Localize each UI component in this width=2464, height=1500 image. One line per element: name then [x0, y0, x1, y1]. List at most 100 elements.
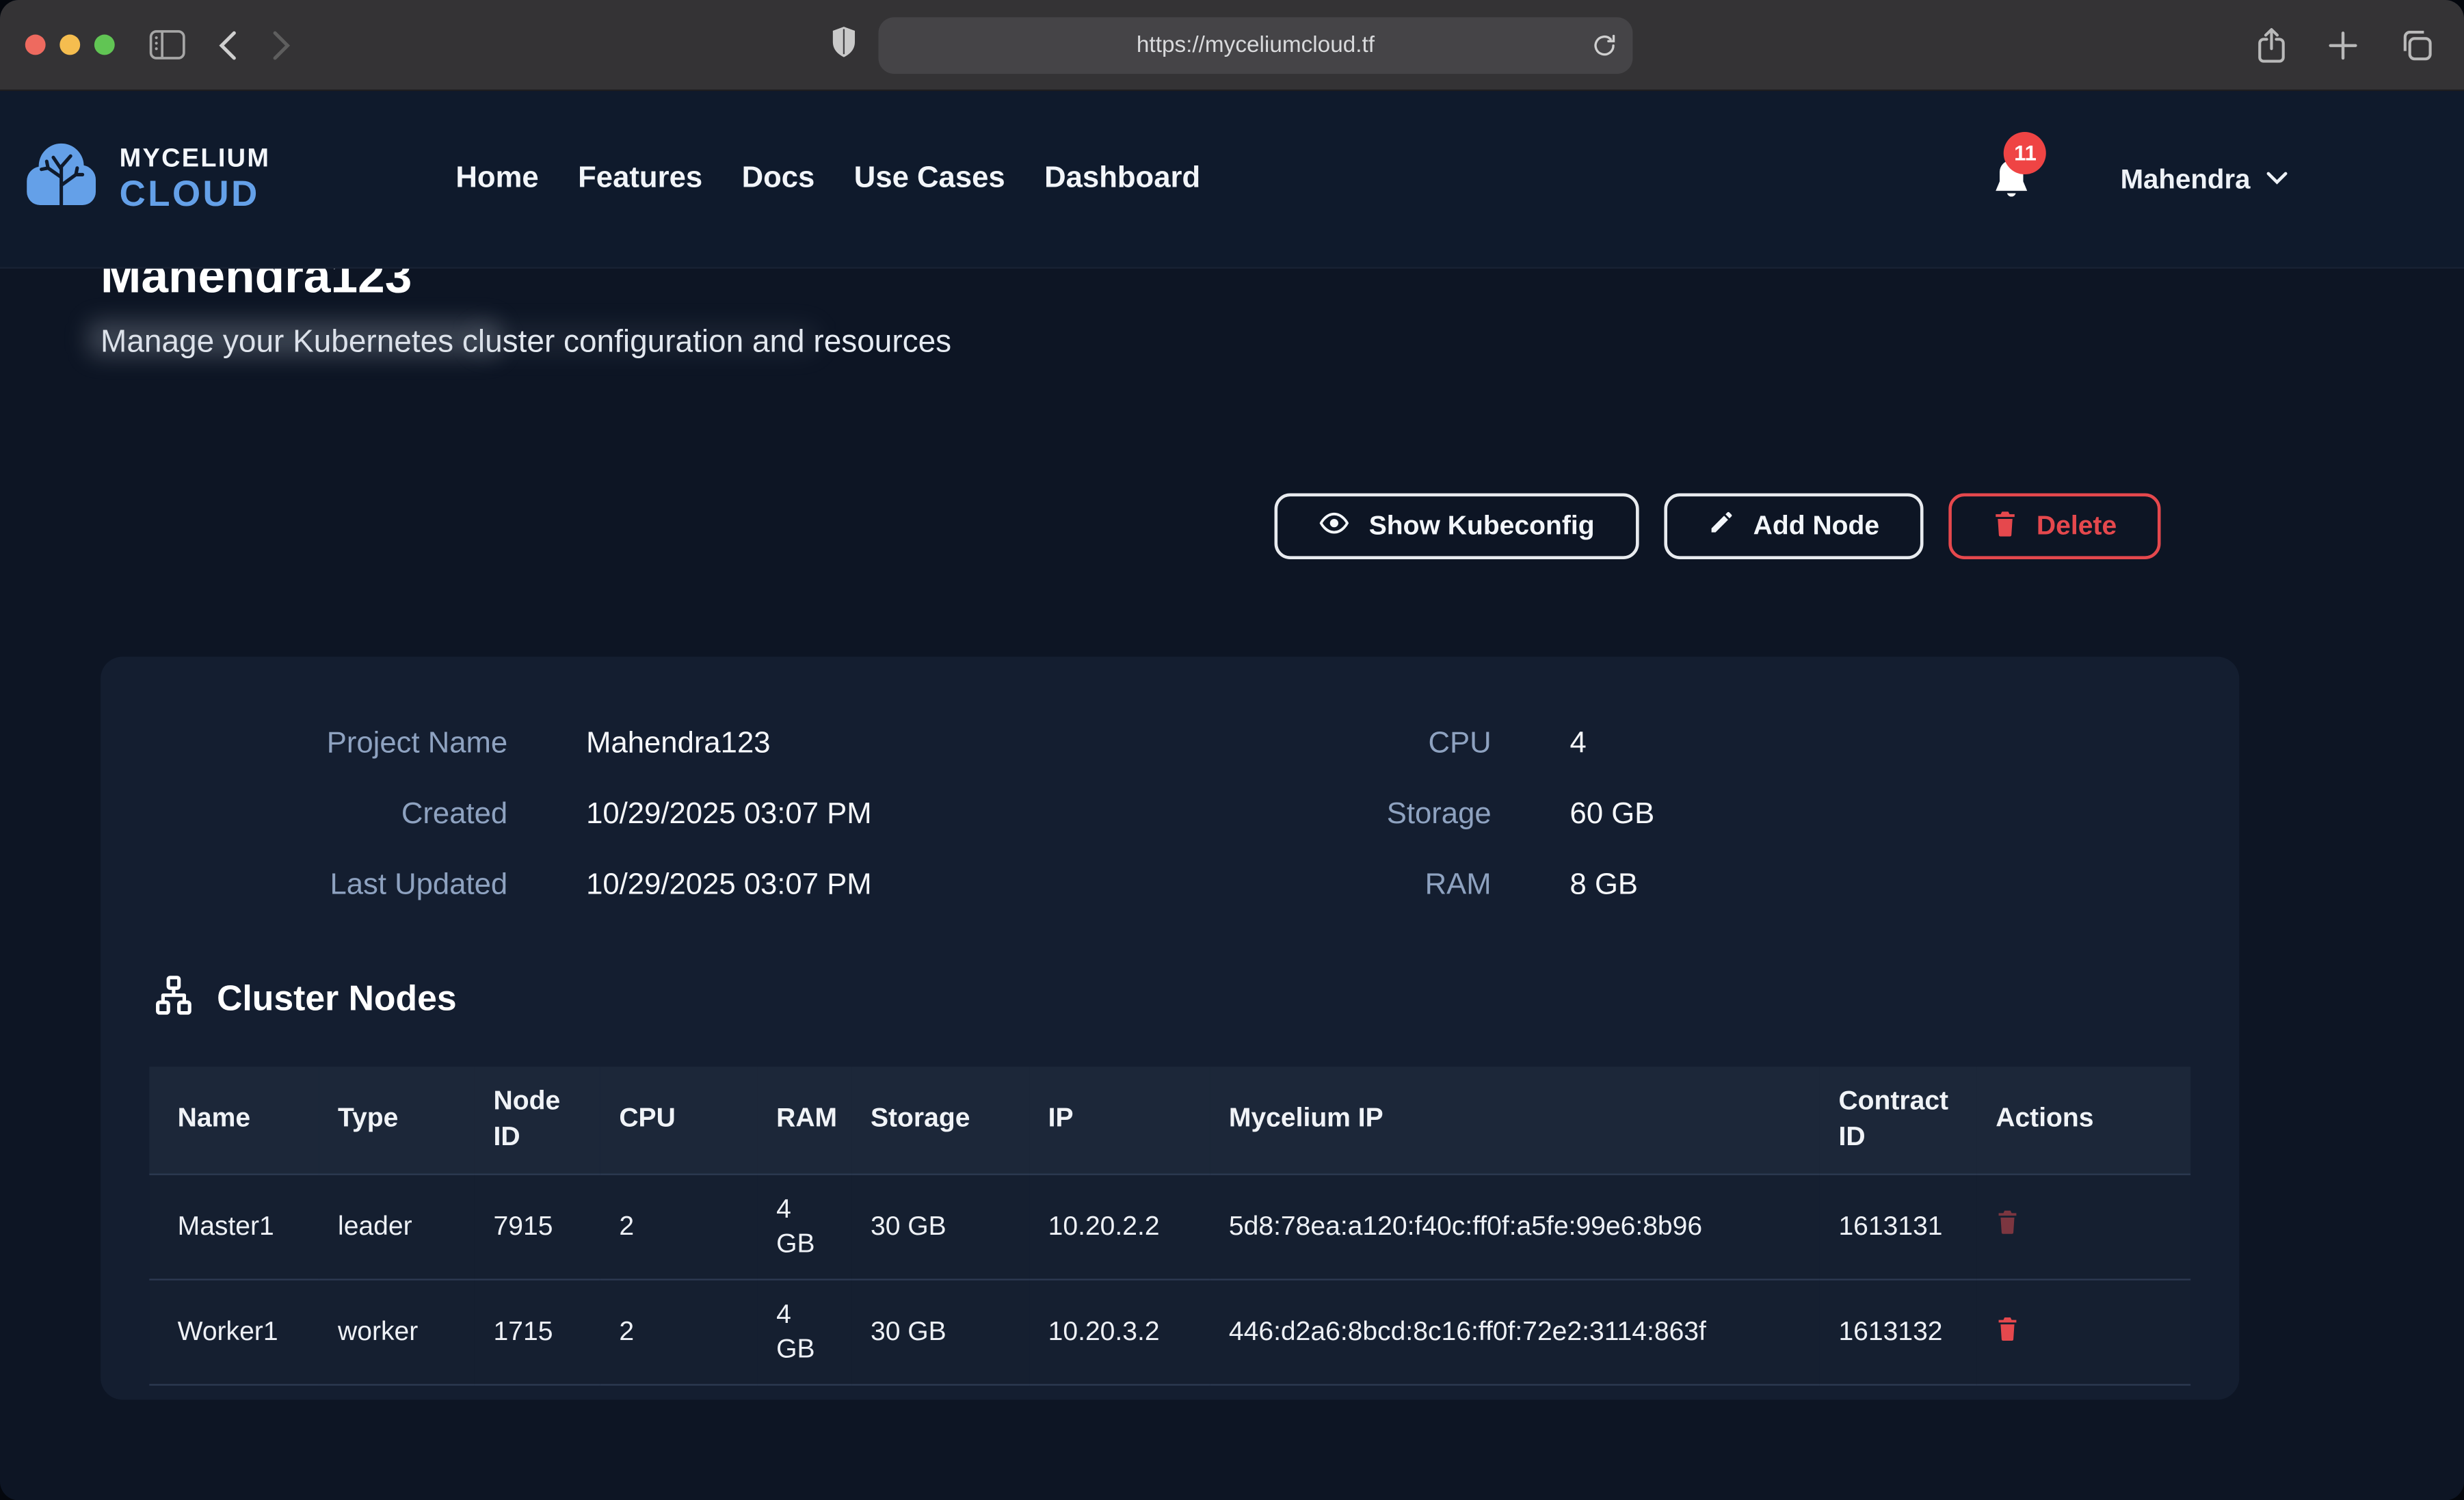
brand[interactable]: MYCELIUM CLOUD: [19, 139, 271, 219]
cluster-nodes-heading: Cluster Nodes: [153, 976, 2240, 1023]
browser-toolbar: https://myceliumcloud.tf: [0, 0, 2464, 91]
cluster-nodes-table: Name Type Node ID CPU RAM Storage IP Myc…: [149, 1067, 2190, 1386]
col-cpu: CPU: [600, 1067, 758, 1174]
col-name: Name: [149, 1067, 319, 1174]
col-actions: Actions: [1977, 1067, 2191, 1174]
nav-link-home[interactable]: Home: [455, 162, 538, 197]
created-label: Created: [101, 796, 507, 833]
cluster-table-body: Master1leader791524 GB30 GB10.20.2.25d8:…: [149, 1174, 2190, 1385]
user-menu[interactable]: Mahendra: [2121, 163, 2288, 196]
cell-actions: [1977, 1174, 2191, 1279]
cluster-details-section: Mahendra123 Manage your Kubernetes clust…: [101, 247, 2239, 1400]
col-ram: RAM: [758, 1067, 852, 1174]
show-kubeconfig-label: Show Kubeconfig: [1369, 511, 1595, 542]
screen: https://myceliumcloud.tf: [0, 0, 2464, 1500]
col-contract-id: Contract ID: [1820, 1067, 1977, 1174]
col-node-id: Node ID: [475, 1067, 600, 1174]
new-tab-icon[interactable]: [2329, 31, 2357, 59]
storage-value: 60 GB: [1492, 796, 2240, 833]
table-header-row: Name Type Node ID CPU RAM Storage IP Myc…: [149, 1067, 2190, 1174]
page-content: MYCELIUM CLOUD Home Features Docs Use Ca…: [0, 91, 2464, 1500]
storage-label: Storage: [1104, 796, 1491, 833]
cell-ram: 4 GB: [758, 1174, 852, 1279]
site-navbar: MYCELIUM CLOUD Home Features Docs Use Ca…: [0, 91, 2464, 269]
privacy-shield-icon[interactable]: [832, 25, 857, 66]
notification-count-badge: 11: [2004, 132, 2047, 174]
brand-name-top: MYCELIUM: [120, 146, 271, 172]
sidebar-toggle-icon[interactable]: [149, 30, 185, 60]
address-bar[interactable]: https://myceliumcloud.tf: [878, 16, 1632, 73]
cell-cpu: 2: [600, 1280, 758, 1385]
share-icon[interactable]: [2257, 26, 2287, 64]
cell-contract-id: 1613131: [1820, 1174, 1977, 1279]
cell-storage: 30 GB: [851, 1280, 1029, 1385]
delete-node-button: [1996, 1209, 2019, 1235]
brand-name-bottom: CLOUD: [120, 176, 271, 213]
cell-mycelium-ip: 5d8:78ea:a120:f40c:ff0f:a5fe:99e6:8b96: [1210, 1174, 1820, 1279]
cell-type: worker: [319, 1280, 474, 1385]
nav-link-docs[interactable]: Docs: [742, 162, 815, 197]
delete-cluster-button[interactable]: Delete: [1948, 494, 2160, 560]
cell-name: Worker1: [149, 1280, 319, 1385]
eye-icon: [1319, 510, 1350, 543]
col-storage: Storage: [851, 1067, 1029, 1174]
cell-ip: 10.20.2.2: [1029, 1174, 1210, 1279]
cpu-label: CPU: [1104, 726, 1491, 762]
cell-ip: 10.20.3.2: [1029, 1280, 1210, 1385]
pencil-icon: [1708, 509, 1734, 544]
cell-contract-id: 1613132: [1820, 1280, 1977, 1385]
cluster-nodes-title: Cluster Nodes: [217, 979, 457, 1020]
table-row: Master1leader791524 GB30 GB10.20.2.25d8:…: [149, 1174, 2190, 1279]
cpu-value: 4: [1492, 726, 2240, 762]
nav-link-features[interactable]: Features: [578, 162, 702, 197]
minimize-window-button[interactable]: [59, 35, 80, 55]
project-name-value: Mahendra123: [507, 726, 1104, 762]
add-node-button[interactable]: Add Node: [1664, 494, 1924, 560]
url-text: https://myceliumcloud.tf: [1137, 32, 1375, 57]
tab-overview-icon[interactable]: [2400, 28, 2433, 61]
page-subtitle: Manage your Kubernetes cluster configura…: [101, 323, 2239, 361]
network-nodes-icon: [153, 974, 195, 1025]
zoom-window-button[interactable]: [94, 35, 115, 55]
cell-node-id: 7915: [475, 1174, 600, 1279]
close-window-button[interactable]: [25, 35, 46, 55]
last-updated-value: 10/29/2025 03:07 PM: [507, 867, 1104, 903]
last-updated-label: Last Updated: [101, 867, 507, 903]
cloud-tree-logo-icon: [19, 139, 104, 219]
cell-type: leader: [319, 1174, 474, 1279]
ram-label: RAM: [1104, 867, 1491, 903]
trash-icon: [1993, 508, 2018, 544]
nav-links: Home Features Docs Use Cases Dashboard: [455, 162, 1200, 197]
cell-cpu: 2: [600, 1174, 758, 1279]
ram-value: 8 GB: [1492, 867, 2240, 903]
created-value: 10/29/2025 03:07 PM: [507, 796, 1104, 833]
delete-label: Delete: [2037, 511, 2117, 542]
project-name-label: Project Name: [101, 726, 507, 762]
cell-ram: 4 GB: [758, 1280, 852, 1385]
cell-actions: [1977, 1280, 2191, 1385]
nav-link-dashboard[interactable]: Dashboard: [1044, 162, 1200, 197]
browser-window: https://myceliumcloud.tf: [0, 0, 2464, 1500]
cell-mycelium-ip: 446:d2a6:8bcd:8c16:ff0f:72e2:3114:863f: [1210, 1280, 1820, 1385]
user-name: Mahendra: [2121, 163, 2251, 196]
col-mycelium-ip: Mycelium IP: [1210, 1067, 1820, 1174]
table-row: Worker1worker171524 GB30 GB10.20.3.2446:…: [149, 1280, 2190, 1385]
reload-icon[interactable]: [1592, 32, 1617, 57]
show-kubeconfig-button[interactable]: Show Kubeconfig: [1275, 494, 1639, 560]
cluster-info-panel: Project Name Mahendra123 CPU 4 Created 1…: [101, 656, 2239, 1399]
add-node-label: Add Node: [1753, 511, 1879, 542]
delete-node-button[interactable]: [1996, 1314, 2019, 1341]
window-controls: [25, 35, 115, 55]
project-info: Project Name Mahendra123 CPU 4 Created 1…: [101, 726, 2239, 904]
notifications-button[interactable]: 11: [1991, 157, 2032, 201]
cluster-actions: Show Kubeconfig Add Node: [101, 494, 2239, 560]
bell-icon: [1991, 180, 2032, 207]
back-icon[interactable]: [217, 29, 237, 61]
forward-icon[interactable]: [272, 29, 293, 61]
chevron-down-icon: [2266, 165, 2288, 193]
cell-name: Master1: [149, 1174, 319, 1279]
cell-storage: 30 GB: [851, 1174, 1029, 1279]
nav-link-use-cases[interactable]: Use Cases: [854, 162, 1005, 197]
cell-node-id: 1715: [475, 1280, 600, 1385]
col-type: Type: [319, 1067, 474, 1174]
